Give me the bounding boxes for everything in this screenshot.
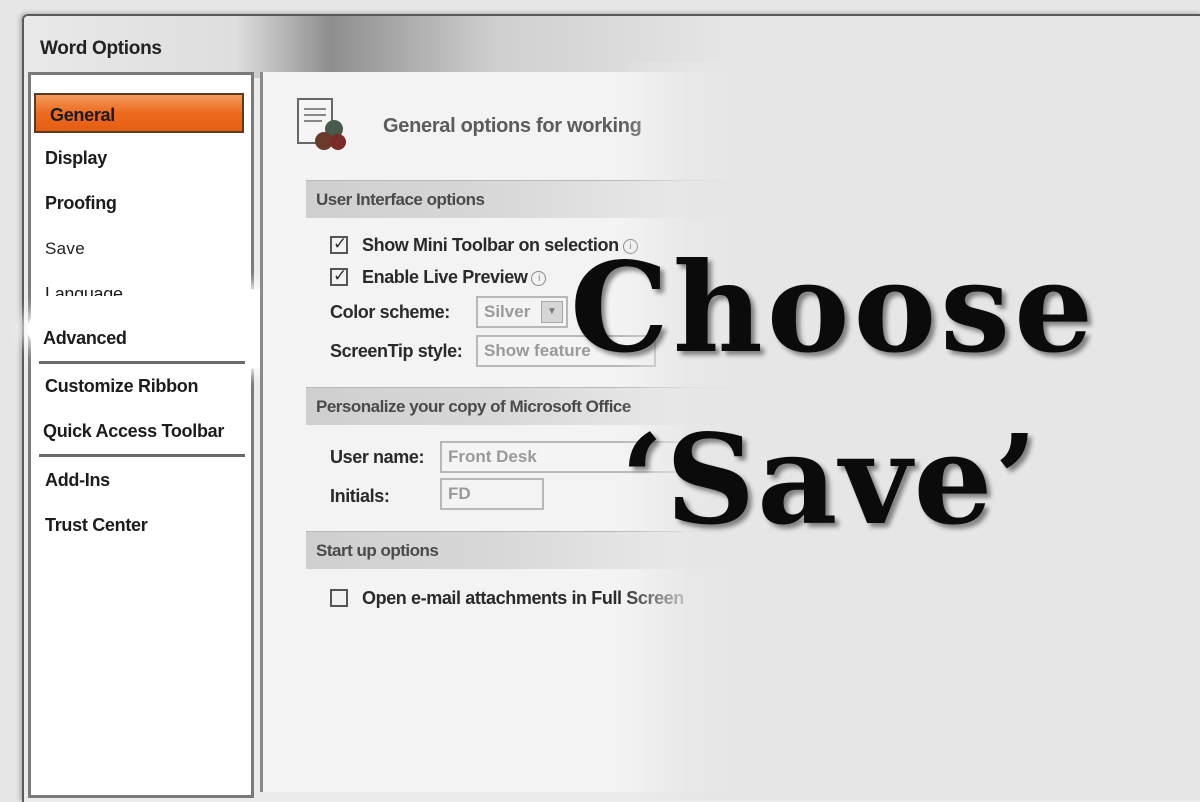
nav-item-language[interactable]: Language — [45, 279, 123, 296]
screentip-style-label: ScreenTip style: — [330, 341, 463, 361]
page-heading: General options for working — [383, 115, 642, 137]
color-scheme-label: Color scheme: — [330, 302, 450, 322]
nav-divider — [39, 454, 245, 457]
live-preview-checkbox[interactable] — [330, 266, 348, 286]
info-icon: i — [531, 270, 547, 286]
overlay-caption-line2: ‘Save’ — [620, 408, 1040, 553]
initials-input[interactable]: FD — [440, 478, 544, 510]
color-scheme-select[interactable]: Silver ▼ — [476, 296, 568, 328]
nav-divider — [39, 361, 245, 364]
overlay-caption-line1: Choose — [570, 236, 1097, 381]
live-preview-label: Enable Live Preview i — [362, 267, 547, 288]
mini-toolbar-checkbox[interactable] — [330, 234, 348, 254]
nav-item-add-ins[interactable]: Add-Ins — [45, 465, 110, 495]
nav-item-trust-center[interactable]: Trust Center — [45, 510, 148, 540]
general-options-icon — [297, 98, 346, 150]
window-title: Word Options — [40, 38, 162, 59]
user-name-label: User name: — [330, 447, 425, 467]
open-attachments-checkbox[interactable] — [330, 589, 348, 607]
initials-label: Initials: — [330, 486, 390, 506]
nav-item-general[interactable]: General — [34, 93, 244, 133]
nav-item-save[interactable]: Save — [45, 234, 85, 264]
nav-item-customize-ribbon[interactable]: Customize Ribbon — [45, 371, 199, 401]
nav-item-advanced[interactable]: Advanced — [43, 323, 127, 353]
nav-item-display[interactable]: Display — [45, 143, 107, 173]
options-nav: General Display Proofing Save Language A… — [27, 72, 327, 798]
nav-item-quick-access-toolbar[interactable]: Quick Access Toolbar — [43, 416, 224, 446]
dropdown-arrow-icon[interactable]: ▼ — [541, 301, 563, 323]
nav-item-proofing[interactable]: Proofing — [45, 188, 117, 218]
color-scheme-value: Silver — [484, 302, 531, 321]
live-preview-text: Enable Live Preview — [362, 267, 528, 287]
